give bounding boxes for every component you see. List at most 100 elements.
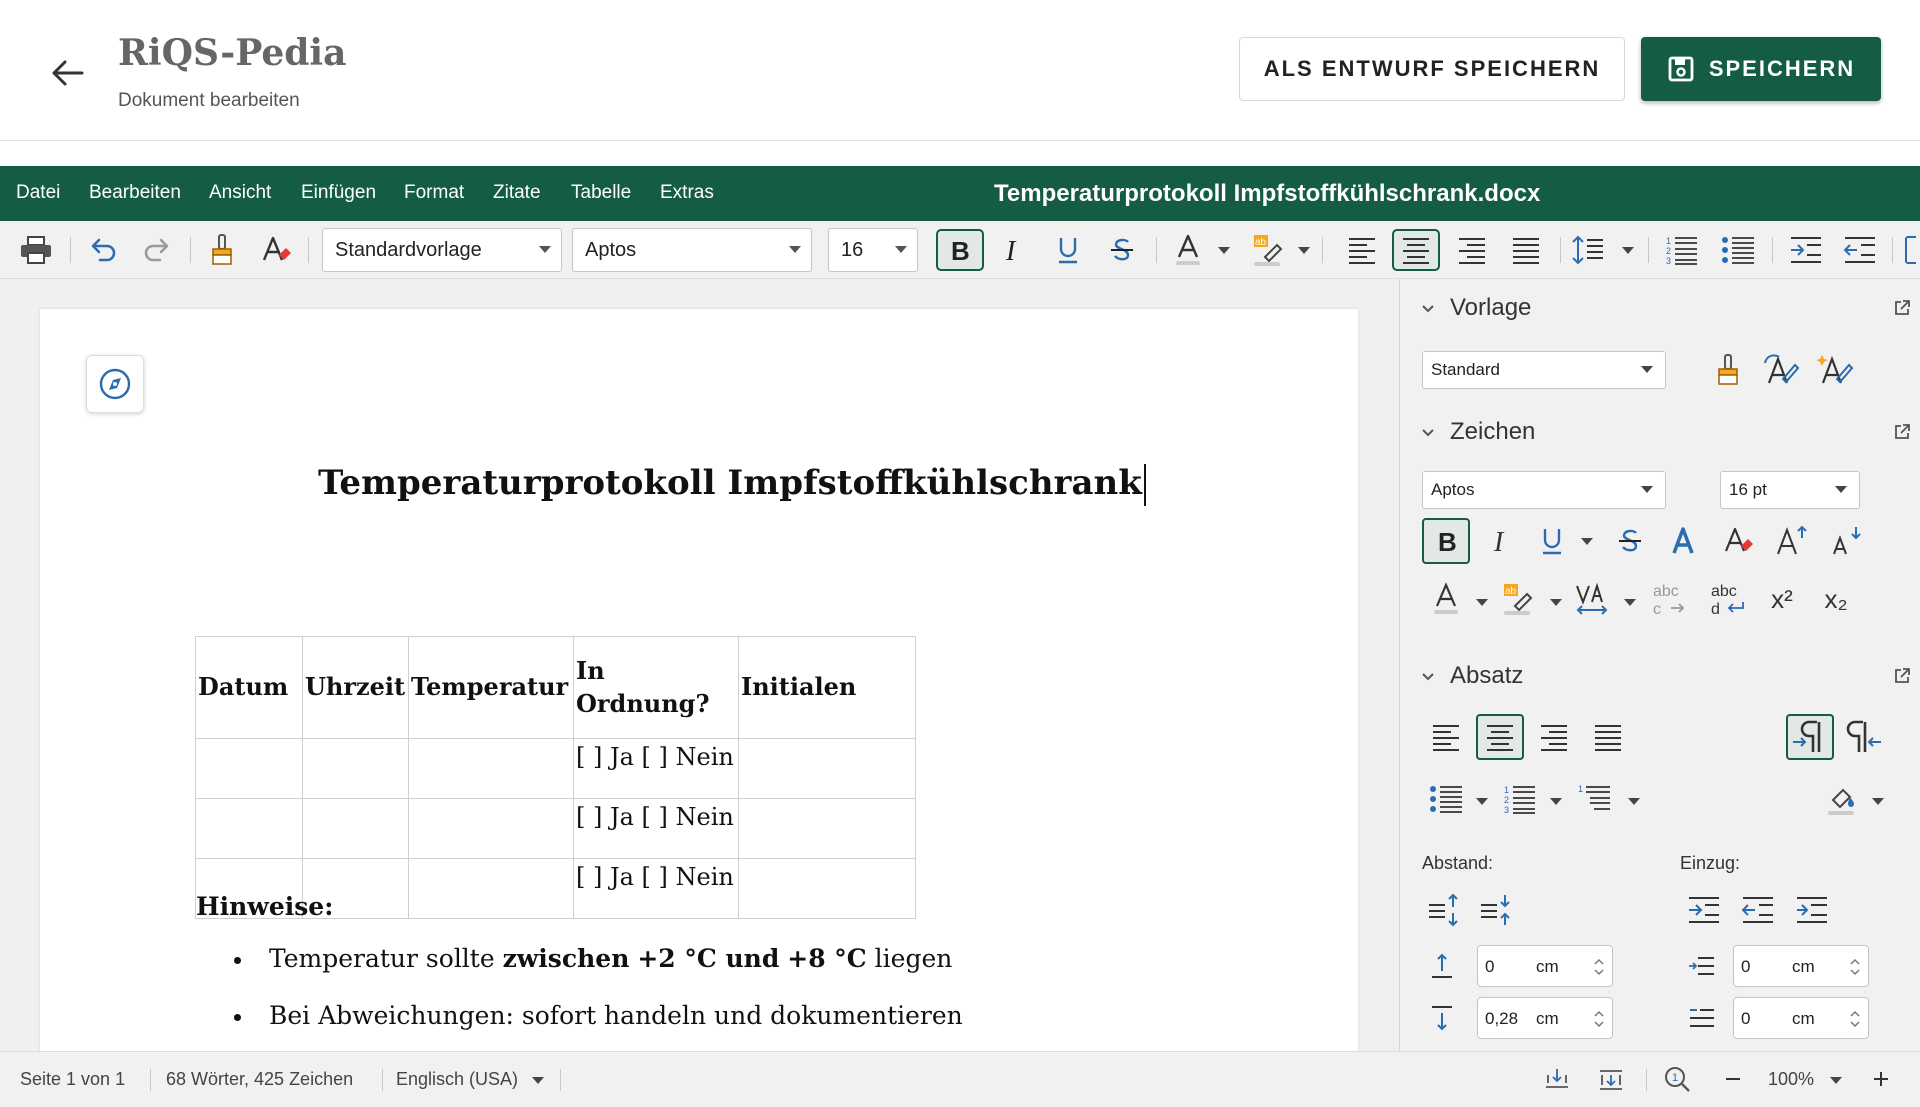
shrink-font-icon[interactable] bbox=[1822, 518, 1870, 564]
table-cell[interactable] bbox=[408, 798, 574, 859]
menu-citations[interactable]: Zitate bbox=[493, 182, 541, 204]
list-item[interactable]: Temperatur sollte zwischen +2 °C und +8 … bbox=[234, 944, 952, 973]
save-button[interactable]: SPEICHERN bbox=[1641, 37, 1881, 101]
zoom-in-icon[interactable] bbox=[1866, 1064, 1896, 1094]
sidebar-font-select[interactable]: Aptos bbox=[1422, 471, 1666, 509]
print-icon[interactable] bbox=[14, 229, 58, 271]
spacing-above-input[interactable]: 0 cm bbox=[1477, 945, 1613, 987]
font-color-dropdown[interactable] bbox=[1218, 247, 1230, 254]
page-layout-icon[interactable] bbox=[1596, 1064, 1626, 1094]
character-spacing-dropdown[interactable] bbox=[1624, 599, 1636, 606]
view-mode-icon[interactable] bbox=[1542, 1064, 1572, 1094]
spacing-below-input[interactable]: 0,28 cm bbox=[1477, 997, 1613, 1039]
line-spacing-dropdown[interactable] bbox=[1622, 247, 1634, 254]
table-cell[interactable] bbox=[738, 738, 916, 799]
right-to-left-icon[interactable] bbox=[1840, 714, 1888, 760]
underline-icon[interactable] bbox=[1046, 229, 1090, 271]
section-title-absatz[interactable]: Absatz bbox=[1450, 662, 1523, 690]
temperature-table[interactable]: Datum Uhrzeit Temperatur In Ordnung? Ini… bbox=[195, 636, 916, 919]
first-line-indent-input[interactable]: 0 cm bbox=[1733, 997, 1869, 1039]
chevron-down-icon[interactable] bbox=[1421, 302, 1435, 316]
open-dialog-icon[interactable] bbox=[1893, 423, 1911, 441]
back-arrow-icon[interactable] bbox=[46, 50, 92, 96]
indent-before-input[interactable]: 0 cm bbox=[1733, 945, 1869, 987]
section-title-vorlage[interactable]: Vorlage bbox=[1450, 294, 1531, 322]
navigator-compass-icon[interactable] bbox=[86, 355, 144, 413]
update-style-icon[interactable] bbox=[1758, 347, 1806, 393]
document-page[interactable]: Temperaturprotokoll Impfstoffkühlschrank… bbox=[40, 309, 1358, 1051]
sidebar-strikethrough-icon[interactable] bbox=[1606, 518, 1654, 564]
clear-formatting-icon[interactable] bbox=[254, 229, 298, 271]
superscript-icon[interactable]: x² bbox=[1758, 576, 1806, 622]
sidebar-highlight-icon[interactable]: ab bbox=[1494, 576, 1542, 622]
table-header-cell[interactable]: In Ordnung? bbox=[573, 636, 739, 739]
bullet-list-icon[interactable] bbox=[1716, 229, 1760, 271]
sidebar-align-center-icon[interactable] bbox=[1476, 714, 1524, 760]
increase-indent-icon[interactable] bbox=[1784, 229, 1828, 271]
align-right-icon[interactable] bbox=[1450, 229, 1494, 271]
highlight-color-dropdown[interactable] bbox=[1298, 247, 1310, 254]
menu-view[interactable]: Ansicht bbox=[209, 182, 271, 204]
paragraph-background-dropdown[interactable] bbox=[1872, 798, 1884, 805]
bold-icon[interactable]: B bbox=[936, 229, 984, 271]
zoom-dropdown[interactable] bbox=[1830, 1077, 1842, 1084]
section-title-zeichen[interactable]: Zeichen bbox=[1450, 418, 1535, 446]
menu-extras[interactable]: Extras bbox=[660, 182, 714, 204]
increase-paragraph-spacing-icon[interactable] bbox=[1420, 887, 1468, 933]
align-justify-icon[interactable] bbox=[1504, 229, 1548, 271]
open-dialog-icon[interactable] bbox=[1893, 667, 1911, 685]
underline-dropdown[interactable] bbox=[1581, 538, 1593, 545]
sidebar-italic-icon[interactable]: I bbox=[1476, 518, 1524, 564]
font-color-dropdown[interactable] bbox=[1476, 599, 1488, 606]
font-family-select[interactable]: Aptos bbox=[572, 228, 812, 272]
save-draft-button[interactable]: ALS ENTWURF SPEICHERN bbox=[1239, 37, 1625, 101]
language-select[interactable]: Englisch (USA) bbox=[396, 1069, 518, 1090]
chevron-down-icon[interactable] bbox=[1421, 426, 1435, 440]
chevron-down-icon[interactable] bbox=[1421, 670, 1435, 684]
decrease-paragraph-spacing-icon[interactable] bbox=[1472, 887, 1520, 933]
new-style-icon[interactable] bbox=[1812, 347, 1860, 393]
sidebar-numbered-list-icon[interactable]: 123 bbox=[1496, 776, 1544, 822]
table-cell[interactable] bbox=[738, 858, 916, 919]
document-heading[interactable]: Temperaturprotokoll Impfstoffkühlschrank bbox=[318, 463, 1146, 506]
menu-format[interactable]: Format bbox=[404, 182, 464, 204]
shadow-text-icon[interactable] bbox=[1660, 518, 1708, 564]
table-cell[interactable] bbox=[195, 798, 303, 859]
hyphenation-icon[interactable]: abc d bbox=[1704, 576, 1752, 622]
table-cell[interactable] bbox=[738, 798, 916, 859]
spin-updown-icon[interactable] bbox=[1594, 1008, 1604, 1030]
spin-updown-icon[interactable] bbox=[1850, 1008, 1860, 1030]
zoom-level[interactable]: 100% bbox=[1768, 1069, 1814, 1090]
character-spacing-icon[interactable] bbox=[1568, 576, 1616, 622]
spin-updown-icon[interactable] bbox=[1850, 956, 1860, 978]
menu-file[interactable]: Datei bbox=[16, 182, 60, 204]
hanging-indent-icon[interactable] bbox=[1788, 887, 1836, 933]
sidebar-decrease-indent-icon[interactable] bbox=[1734, 887, 1782, 933]
menu-insert[interactable]: Einfügen bbox=[301, 182, 376, 204]
decrease-indent-icon[interactable] bbox=[1838, 229, 1882, 271]
spin-updown-icon[interactable] bbox=[1594, 956, 1604, 978]
redo-icon[interactable] bbox=[136, 229, 180, 271]
strikethrough-icon[interactable] bbox=[1100, 229, 1144, 271]
zoom-out-icon[interactable] bbox=[1718, 1064, 1748, 1094]
sidebar-font-size-select[interactable]: 16 pt bbox=[1720, 471, 1860, 509]
word-count[interactable]: 68 Wörter, 425 Zeichen bbox=[166, 1069, 353, 1090]
grow-font-icon[interactable] bbox=[1768, 518, 1816, 564]
language-dropdown[interactable] bbox=[532, 1077, 544, 1084]
highlight-color-icon[interactable]: ab bbox=[1246, 229, 1290, 271]
sidebar-bullet-list-icon[interactable] bbox=[1422, 776, 1470, 822]
sidebar-align-justify-icon[interactable] bbox=[1584, 714, 1632, 760]
list-item[interactable]: Bei Abweichungen: sofort handeln und dok… bbox=[234, 1001, 963, 1030]
undo-icon[interactable] bbox=[80, 229, 124, 271]
zoom-original-icon[interactable]: 1 bbox=[1662, 1064, 1692, 1094]
sidebar-clear-formatting-icon[interactable] bbox=[1714, 518, 1762, 564]
apply-style-paint-icon[interactable] bbox=[1704, 347, 1752, 393]
table-cell[interactable] bbox=[302, 738, 409, 799]
case-change-icon[interactable]: abc c bbox=[1646, 576, 1694, 622]
table-cell[interactable] bbox=[195, 738, 303, 799]
menu-edit[interactable]: Bearbeiten bbox=[89, 182, 181, 204]
line-spacing-icon[interactable] bbox=[1566, 229, 1610, 271]
style-select[interactable]: Standard bbox=[1422, 351, 1666, 389]
open-dialog-icon[interactable] bbox=[1893, 299, 1911, 317]
font-color-icon[interactable] bbox=[1166, 229, 1210, 271]
